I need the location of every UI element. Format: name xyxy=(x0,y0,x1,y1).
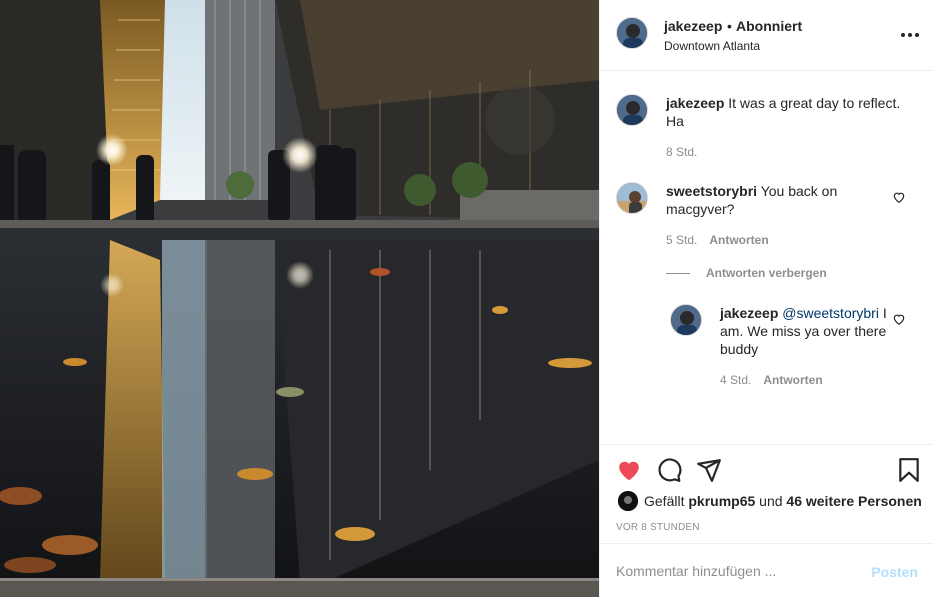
post-timestamp[interactable]: VOR 8 STUNDEN xyxy=(616,522,700,533)
caption-avatar[interactable] xyxy=(616,94,648,126)
hide-replies-line xyxy=(666,273,690,275)
comment-username[interactable]: sweetstorybri xyxy=(666,183,757,199)
paper-plane-icon[interactable] xyxy=(696,457,722,483)
avatar-image xyxy=(617,95,647,125)
comment-like-heart-icon[interactable] xyxy=(892,190,906,204)
avatar-image xyxy=(617,183,647,213)
post-actions-bar: Gefällt pkrump65 und 46 weitere Personen… xyxy=(600,444,933,542)
reply-avatar[interactable] xyxy=(670,304,702,336)
likes-others-link[interactable]: 46 weitere Personen xyxy=(786,493,921,509)
comment-time: 5 Std. xyxy=(666,233,698,247)
heart-filled-icon[interactable] xyxy=(616,457,642,483)
caption-time: 8 Std. xyxy=(666,145,698,159)
likes-prefix: Gefällt xyxy=(644,493,685,509)
reply-username[interactable]: jakezeep xyxy=(720,305,778,321)
reply-meta: 4 Std. Antworten xyxy=(720,373,823,387)
reply-mention-link[interactable]: @sweetstorybri xyxy=(782,305,879,321)
avatar-image xyxy=(617,18,647,48)
avatar-image xyxy=(671,305,701,335)
liker-username[interactable]: pkrump65 xyxy=(688,493,755,509)
comments-section[interactable]: jakezeep It was a great day to reflect. … xyxy=(600,72,933,444)
post-location[interactable]: Downtown Atlanta xyxy=(664,39,760,53)
comment-text-block: sweetstorybri You back on macgyver? xyxy=(666,182,886,218)
comment-avatar[interactable] xyxy=(616,182,648,214)
post-author-username[interactable]: jakezeep xyxy=(664,18,722,34)
comment-input[interactable] xyxy=(616,560,856,582)
likes-conj: und xyxy=(759,493,783,509)
reply-reply-button[interactable]: Antworten xyxy=(763,373,822,387)
more-options-icon[interactable] xyxy=(900,25,920,45)
caption-text-block: jakezeep It was a great day to reflect. … xyxy=(666,94,916,130)
post-photo[interactable] xyxy=(0,0,599,597)
comment-icon[interactable] xyxy=(656,457,682,483)
follow-status-button[interactable]: Abonniert xyxy=(736,18,802,34)
comment-reply-button[interactable]: Antworten xyxy=(709,233,768,247)
caption-username[interactable]: jakezeep xyxy=(666,95,724,111)
avatar-image xyxy=(618,491,638,511)
likes-summary: Gefällt pkrump65 und 46 weitere Personen xyxy=(618,491,922,511)
header-separator: • xyxy=(727,18,732,34)
post-side-panel: jakezeep • Abonniert Downtown Atlanta ja… xyxy=(599,0,933,597)
liker-avatar[interactable] xyxy=(618,491,638,511)
hide-replies-button[interactable]: Antworten verbergen xyxy=(666,266,827,280)
avatar[interactable] xyxy=(616,17,648,49)
post-comment-button[interactable]: Posten xyxy=(871,564,918,580)
photo-illustration xyxy=(0,0,599,597)
post-header: jakezeep • Abonniert Downtown Atlanta xyxy=(600,0,933,71)
comment-meta: 5 Std. Antworten xyxy=(666,233,769,247)
reply-like-heart-icon[interactable] xyxy=(892,312,906,326)
hide-replies-label: Antworten verbergen xyxy=(706,266,827,280)
bookmark-icon[interactable] xyxy=(896,457,922,483)
reply-text-block: jakezeep @sweetstorybri I am. We miss ya… xyxy=(720,304,888,358)
add-comment-bar: Posten xyxy=(600,543,933,597)
reply-time: 4 Std. xyxy=(720,373,752,387)
